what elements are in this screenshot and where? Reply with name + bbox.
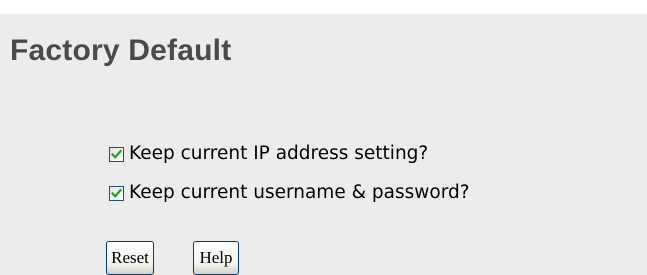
keep-ip-label[interactable]: Keep current IP address setting? bbox=[129, 144, 428, 164]
page-title: Factory Default bbox=[10, 34, 232, 67]
checkmark-icon bbox=[111, 149, 122, 159]
keep-ip-checkbox[interactable] bbox=[109, 146, 124, 162]
keep-ip-option: Keep current IP address setting? bbox=[109, 141, 428, 167]
keep-credentials-option: Keep current username & password? bbox=[109, 180, 470, 206]
keep-credentials-checkbox[interactable] bbox=[109, 185, 124, 201]
reset-button[interactable]: Reset bbox=[106, 241, 154, 275]
help-button[interactable]: Help bbox=[193, 241, 239, 275]
keep-credentials-label[interactable]: Keep current username & password? bbox=[129, 183, 470, 203]
factory-default-panel: Factory Default Keep current IP address … bbox=[0, 14, 647, 275]
checkmark-icon bbox=[111, 188, 122, 198]
